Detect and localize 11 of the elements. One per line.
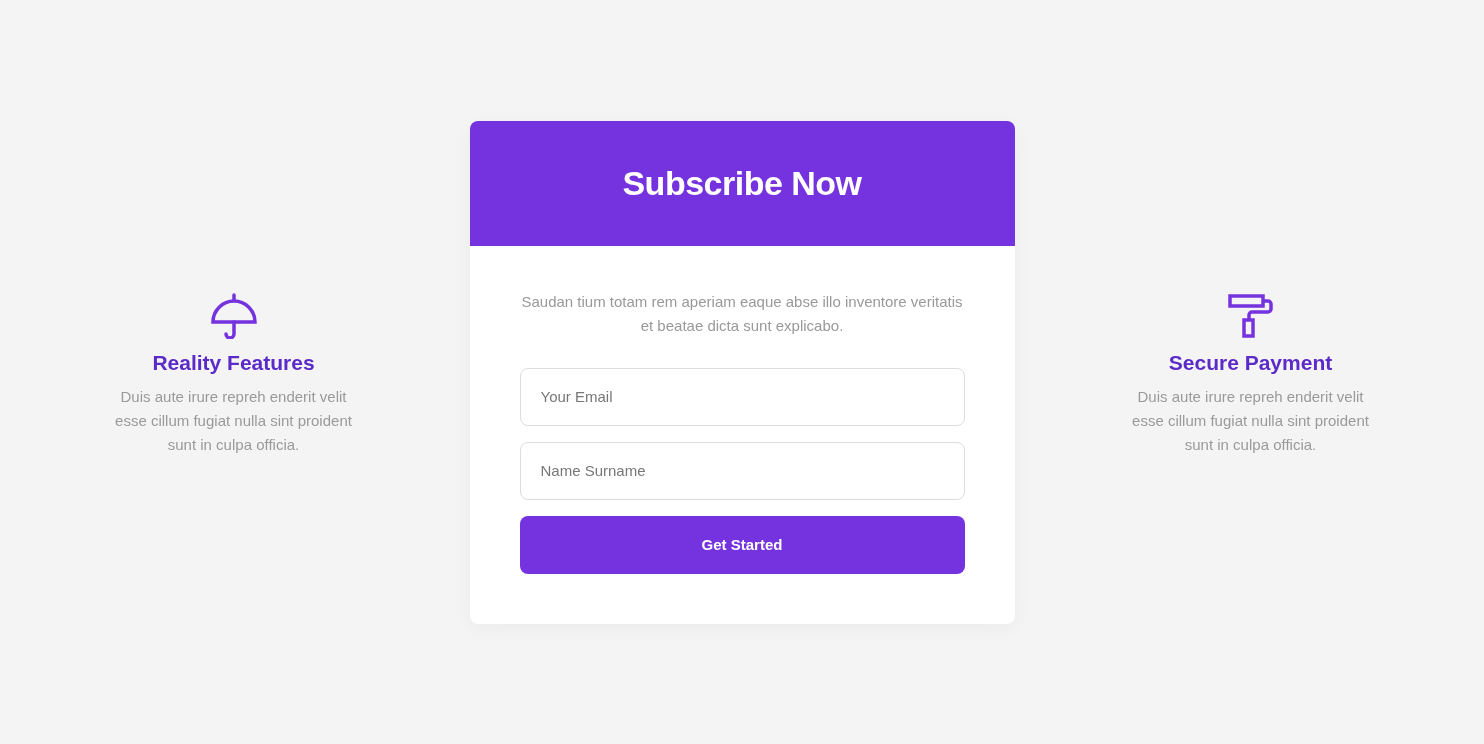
feature-description: Duis aute irure repreh enderit velit esse cillum fugiat nulla sint proident sunt in culpa officia.: [1131, 387, 1370, 455]
input-field[interactable]: Name Surname: [519, 441, 965, 500]
card-title: Subscribe Now: [622, 163, 862, 203]
get-started-button[interactable]: Get Started: [519, 515, 965, 574]
umbrella-icon: [209, 293, 258, 339]
input-field[interactable]: Your Email: [519, 367, 965, 426]
feature-title: Reality Features: [152, 351, 315, 375]
paint-roller-icon: [1226, 293, 1275, 339]
card-description: Saudan tium totam rem aperiam eaque abse illo inventore veritatis et beatae dicta sunt explicabo.: [520, 291, 964, 336]
feature-description: Duis aute irure repreh enderit velit esse cillum fugiat nulla sint proident sunt in culpa officia.: [114, 387, 353, 455]
feature-title: Secure Payment: [1168, 351, 1333, 375]
